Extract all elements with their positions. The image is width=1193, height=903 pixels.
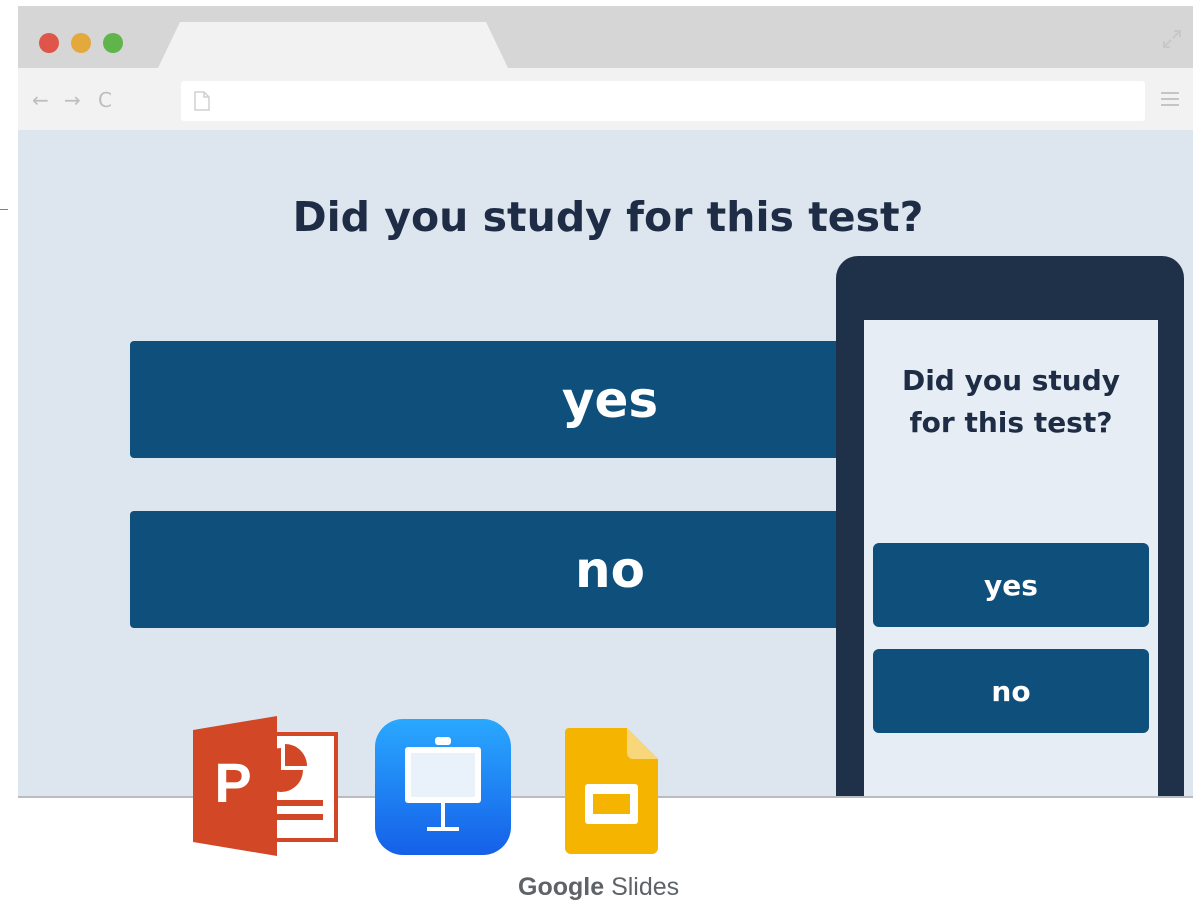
no-button[interactable]: no — [130, 511, 840, 628]
close-window-button[interactable] — [39, 33, 59, 53]
tab-strip — [18, 6, 1193, 68]
browser-window: ← → C Did you study for this test? yes n… — [18, 6, 1193, 798]
google-slides-icon — [565, 728, 658, 854]
edge-mark — [0, 209, 8, 210]
phone-screen: Did you study for this test? yes no — [864, 320, 1158, 796]
maximize-window-button[interactable] — [103, 33, 123, 53]
phone-question: Did you study for this test? — [864, 360, 1158, 444]
address-bar[interactable] — [181, 81, 1145, 121]
browser-tab[interactable] — [158, 22, 508, 68]
google-slides-label-light: Slides — [611, 873, 680, 901]
back-icon[interactable]: ← — [32, 90, 49, 110]
phone-yes-button[interactable]: yes — [873, 543, 1149, 627]
phone-question-line-1: Did you study — [901, 364, 1121, 397]
reload-icon[interactable]: C — [98, 90, 112, 110]
phone-no-button[interactable]: no — [873, 649, 1149, 733]
phone-question-line-2: for this test? — [909, 406, 1113, 439]
expand-icon[interactable] — [1161, 28, 1183, 50]
google-slides-label-bold: Google — [518, 873, 605, 901]
keynote-icon — [375, 719, 511, 855]
menu-icon[interactable] — [1161, 92, 1179, 106]
page-icon — [194, 91, 210, 111]
forward-icon[interactable]: → — [64, 90, 81, 110]
question-heading: Did you study for this test? — [292, 193, 924, 241]
page-content: Did you study for this test? yes no Did … — [18, 130, 1193, 796]
yes-button[interactable]: yes — [130, 341, 840, 458]
browser-toolbar: ← → C — [18, 68, 1193, 130]
powerpoint-letter: P — [214, 751, 251, 814]
phone-mockup: Did you study for this test? yes no — [836, 256, 1184, 796]
google-slides-label: Google Slides — [518, 873, 679, 902]
minimize-window-button[interactable] — [71, 33, 91, 53]
powerpoint-icon: P — [193, 716, 338, 856]
